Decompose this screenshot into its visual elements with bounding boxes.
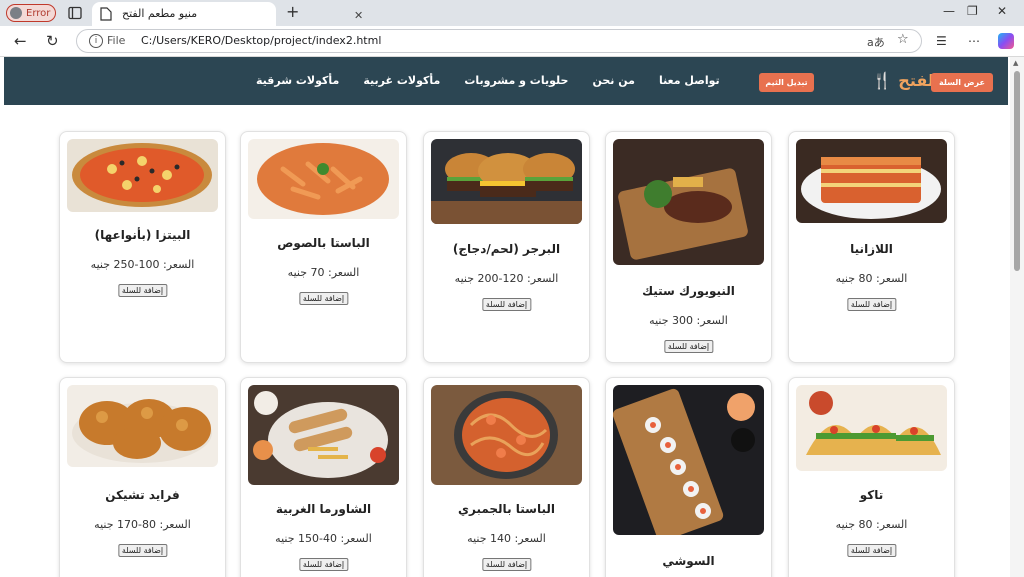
item-price: السعر: 80 جنيه xyxy=(835,518,908,531)
nav-link-western-food[interactable]: مأكولات غربية xyxy=(363,74,440,87)
menu-card-fried-chicken: فرايد تشيكن السعر: 80-170 جنيه إضافة للس… xyxy=(59,377,226,577)
show-cart-button[interactable]: عرض السلة xyxy=(931,73,993,92)
sushi-image xyxy=(613,385,764,535)
nav-link-contact[interactable]: تواصل معنا xyxy=(659,74,720,87)
menu-card-lasagna: اللازانيا السعر: 80 جنيه إضافة للسلة xyxy=(788,131,955,363)
pizza-image xyxy=(67,139,218,212)
tab-title: منيو مطعم الفتح xyxy=(122,7,198,20)
file-scheme-label: File xyxy=(107,34,126,47)
scrollbar-thumb[interactable] xyxy=(1014,71,1020,271)
item-name: فرايد تشيكن xyxy=(105,488,180,502)
fried-chicken-image xyxy=(67,385,218,467)
lasagna-image xyxy=(796,139,947,223)
nav-link-eastern-food[interactable]: مأكولات شرقية xyxy=(256,74,339,87)
add-to-cart-button[interactable]: إضافة للسلة xyxy=(663,340,714,353)
toggle-theme-button[interactable]: تبديل الثيم xyxy=(759,73,814,92)
menu-card-shrimp-pasta: الباستا بالجمبري السعر: 140 جنيه إضافة ل… xyxy=(423,377,590,577)
menu-card-pizza: البيتزا (بأنواعها) السعر: 100-250 جنيه إ… xyxy=(59,131,226,363)
favorites-list-icon[interactable]: ☰ xyxy=(936,34,947,48)
scroll-up-icon[interactable]: ▲ xyxy=(1013,59,1018,67)
shawarma-image xyxy=(248,385,399,485)
item-price: السعر: 100-250 جنيه xyxy=(90,258,195,271)
nav-links: تواصل معنا من نحن حلويات و مشروبات مأكول… xyxy=(256,74,720,87)
profile-status-label: Error xyxy=(26,7,51,19)
back-icon[interactable]: ← xyxy=(14,32,27,50)
add-to-cart-button[interactable]: إضافة للسلة xyxy=(117,544,168,557)
pasta-sauce-image xyxy=(248,139,399,219)
item-name: البيتزا (بأنواعها) xyxy=(94,228,191,242)
item-name: اللازانيا xyxy=(850,242,893,256)
window-close-icon[interactable]: ✕ xyxy=(997,4,1007,18)
menu-grid: اللازانيا السعر: 80 جنيه إضافة للسلة الن… xyxy=(4,105,1008,577)
profile-avatar-icon xyxy=(10,7,22,19)
item-price: السعر: 40-150 جنيه xyxy=(275,532,372,545)
item-price: السعر: 120-200 جنيه xyxy=(454,272,559,285)
menu-card-sushi: السوشي xyxy=(605,377,772,577)
item-name: الشاورما الغربية xyxy=(275,502,372,516)
add-to-cart-button[interactable]: إضافة للسلة xyxy=(481,558,532,571)
url-text[interactable]: C:/Users/KERO/Desktop/project/index2.htm… xyxy=(141,34,381,47)
browser-tab-active[interactable]: منيو مطعم الفتح ✕ xyxy=(92,2,363,26)
menu-card-taco: تاكو السعر: 80 جنيه إضافة للسلة xyxy=(788,377,955,577)
item-name: النيويورك ستيك xyxy=(642,284,735,298)
item-name: الباستا بالجمبري xyxy=(458,502,555,516)
item-name: السوشي xyxy=(662,554,715,568)
add-to-cart-button[interactable]: إضافة للسلة xyxy=(298,292,349,305)
taco-image xyxy=(796,385,947,471)
menu-card-burger: البرجر (لحم/دجاج) السعر: 120-200 جنيه إض… xyxy=(423,131,590,363)
nav-link-about[interactable]: من نحن xyxy=(592,74,635,87)
item-price: السعر: 300 جنيه xyxy=(649,314,728,327)
site-info-icon[interactable]: i xyxy=(89,34,103,48)
menu-card-ny-steak: النيويورك ستيك السعر: 300 جنيه إضافة للس… xyxy=(605,131,772,363)
burger-image xyxy=(431,139,582,224)
site-navbar: مطعم الفتح 🍴 تواصل معنا من نحن حلويات و … xyxy=(4,57,1008,105)
sidebar-toggle-icon[interactable] xyxy=(68,6,82,20)
add-to-cart-button[interactable]: إضافة للسلة xyxy=(298,558,349,571)
new-tab-icon[interactable]: + xyxy=(286,2,299,21)
refresh-icon[interactable]: ↻ xyxy=(46,32,59,50)
add-to-cart-button[interactable]: إضافة للسلة xyxy=(481,298,532,311)
nav-link-desserts-drinks[interactable]: حلويات و مشروبات xyxy=(464,74,568,87)
more-menu-icon[interactable]: ⋯ xyxy=(968,34,980,48)
favorite-star-icon[interactable]: ☆ xyxy=(897,32,909,47)
page-file-icon xyxy=(100,7,112,21)
item-name: الباستا بالصوص xyxy=(277,236,370,250)
add-to-cart-button[interactable]: إضافة للسلة xyxy=(117,284,168,297)
address-toolbar: ← ↻ i File C:/Users/KERO/Desktop/project… xyxy=(0,26,1024,57)
menu-card-shawarma: الشاورما الغربية السعر: 40-150 جنيه إضاف… xyxy=(240,377,407,577)
tab-close-icon[interactable]: ✕ xyxy=(354,9,363,22)
item-price: السعر: 140 جنيه xyxy=(467,532,546,545)
steak-image xyxy=(613,139,764,265)
address-bar[interactable]: i File C:/Users/KERO/Desktop/project/ind… xyxy=(76,29,922,53)
restore-icon[interactable]: ❐ xyxy=(967,4,978,18)
copilot-icon[interactable] xyxy=(998,33,1014,49)
item-price: السعر: 80-170 جنيه xyxy=(94,518,191,531)
read-aloud-icon[interactable]: aあ xyxy=(867,34,885,50)
page-scrollbar[interactable]: ▲ xyxy=(1010,57,1024,577)
shrimp-pasta-image xyxy=(431,385,582,485)
utensils-icon: 🍴 xyxy=(872,71,893,90)
minimize-icon[interactable]: — xyxy=(943,4,955,18)
menu-card-pasta-sauce: الباستا بالصوص السعر: 70 جنيه إضافة للسل… xyxy=(240,131,407,363)
item-name: تاكو xyxy=(859,488,884,502)
item-price: السعر: 80 جنيه xyxy=(835,272,908,285)
browser-tab-strip: Error منيو مطعم الفتح ✕ + — ❐ ✕ xyxy=(0,0,1024,26)
profile-button[interactable]: Error xyxy=(6,4,56,22)
item-price: السعر: 70 جنيه xyxy=(287,266,360,279)
add-to-cart-button[interactable]: إضافة للسلة xyxy=(846,544,897,557)
add-to-cart-button[interactable]: إضافة للسلة xyxy=(846,298,897,311)
item-name: البرجر (لحم/دجاج) xyxy=(452,242,561,256)
